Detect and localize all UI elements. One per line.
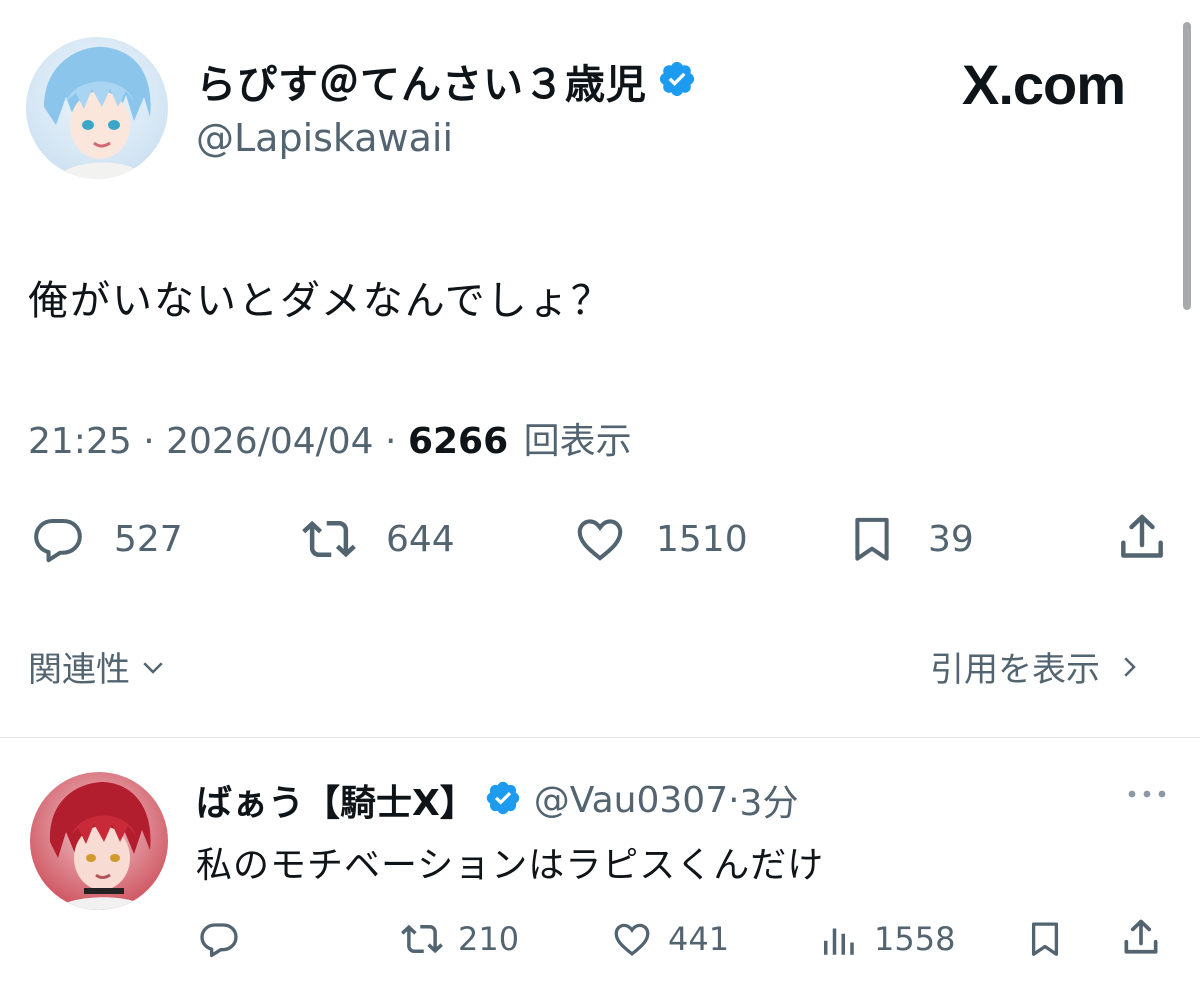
reply-reply-button[interactable]: [196, 918, 242, 960]
repost-icon: [401, 924, 443, 954]
reply-icon: [34, 518, 82, 563]
tweet-time[interactable]: 21:25: [28, 421, 132, 462]
reply-bookmark-button[interactable]: [1022, 918, 1068, 960]
relevance-label: 関連性: [28, 650, 130, 690]
bookmark-count: 39: [928, 518, 974, 560]
view-count-label: 回表示: [523, 421, 632, 462]
reply-text: 私のモチベーションはラピスくんだけ: [196, 845, 825, 886]
tweet-meta: 21:25 · 2026/04/04 · 6266 回表示: [28, 412, 632, 464]
meta-separator: ·: [385, 421, 408, 462]
more-icon: [1128, 790, 1166, 798]
bookmark-icon: [1031, 922, 1059, 956]
tweet-text: 俺がいないとダメなんでしょ？: [28, 278, 613, 324]
author-handle[interactable]: @Lapiskawaii: [196, 116, 453, 160]
reply-like-button[interactable]: 441: [608, 918, 729, 960]
chevron-down-icon: [143, 661, 163, 674]
reply-view-count: 1558: [874, 920, 956, 958]
tweet-date[interactable]: 2026/04/04: [166, 421, 374, 462]
bookmark-icon: [855, 517, 889, 561]
reply-button[interactable]: 527: [28, 512, 183, 566]
chevron-right-icon: [1124, 656, 1136, 677]
repost-icon: [302, 520, 356, 558]
show-quotes-label: 引用を表示: [930, 650, 1100, 690]
like-icon: [614, 923, 650, 956]
reply-repost-button[interactable]: 210: [398, 918, 519, 960]
like-icon: [577, 519, 623, 561]
reply-icon: [200, 923, 238, 958]
view-count: 6266: [407, 421, 509, 462]
verified-badge-icon: [484, 779, 522, 821]
author-name[interactable]: らぴす＠てんさい３歳児: [196, 52, 647, 110]
share-icon: [1124, 919, 1158, 954]
meta-separator: ·: [143, 421, 167, 462]
share-icon: [1121, 514, 1163, 558]
reply-like-count: 441: [668, 920, 730, 958]
reply-count: 527: [114, 518, 183, 560]
bookmark-button[interactable]: 39: [842, 512, 974, 566]
like-button[interactable]: 1510: [570, 512, 748, 566]
reply-views-button[interactable]: 1558: [814, 918, 955, 960]
repost-button[interactable]: 644: [298, 512, 455, 566]
sort-relevance-dropdown[interactable]: 関連性: [28, 642, 168, 691]
reply-share-button[interactable]: [1118, 916, 1164, 960]
scrollbar[interactable]: [1183, 22, 1191, 310]
reply-author-name[interactable]: ばぁう【騎士X】: [196, 774, 476, 826]
more-options-button[interactable]: [1124, 786, 1170, 806]
author-avatar[interactable]: [26, 37, 168, 179]
like-count: 1510: [656, 518, 748, 560]
reply-author-avatar[interactable]: [30, 772, 168, 910]
reply-repost-count: 210: [458, 920, 520, 958]
verified-badge-icon: [657, 59, 697, 103]
views-icon: [824, 928, 854, 955]
reply-time[interactable]: 3分: [740, 774, 799, 826]
reply-author-handle[interactable]: @Vau0307: [534, 780, 728, 821]
share-button[interactable]: [1112, 510, 1172, 566]
site-label: X.com: [962, 53, 1126, 116]
repost-count: 644: [386, 518, 455, 560]
show-quotes-link[interactable]: 引用を表示: [930, 642, 1144, 691]
meta-separator: ·: [728, 779, 740, 821]
divider: [0, 737, 1200, 738]
